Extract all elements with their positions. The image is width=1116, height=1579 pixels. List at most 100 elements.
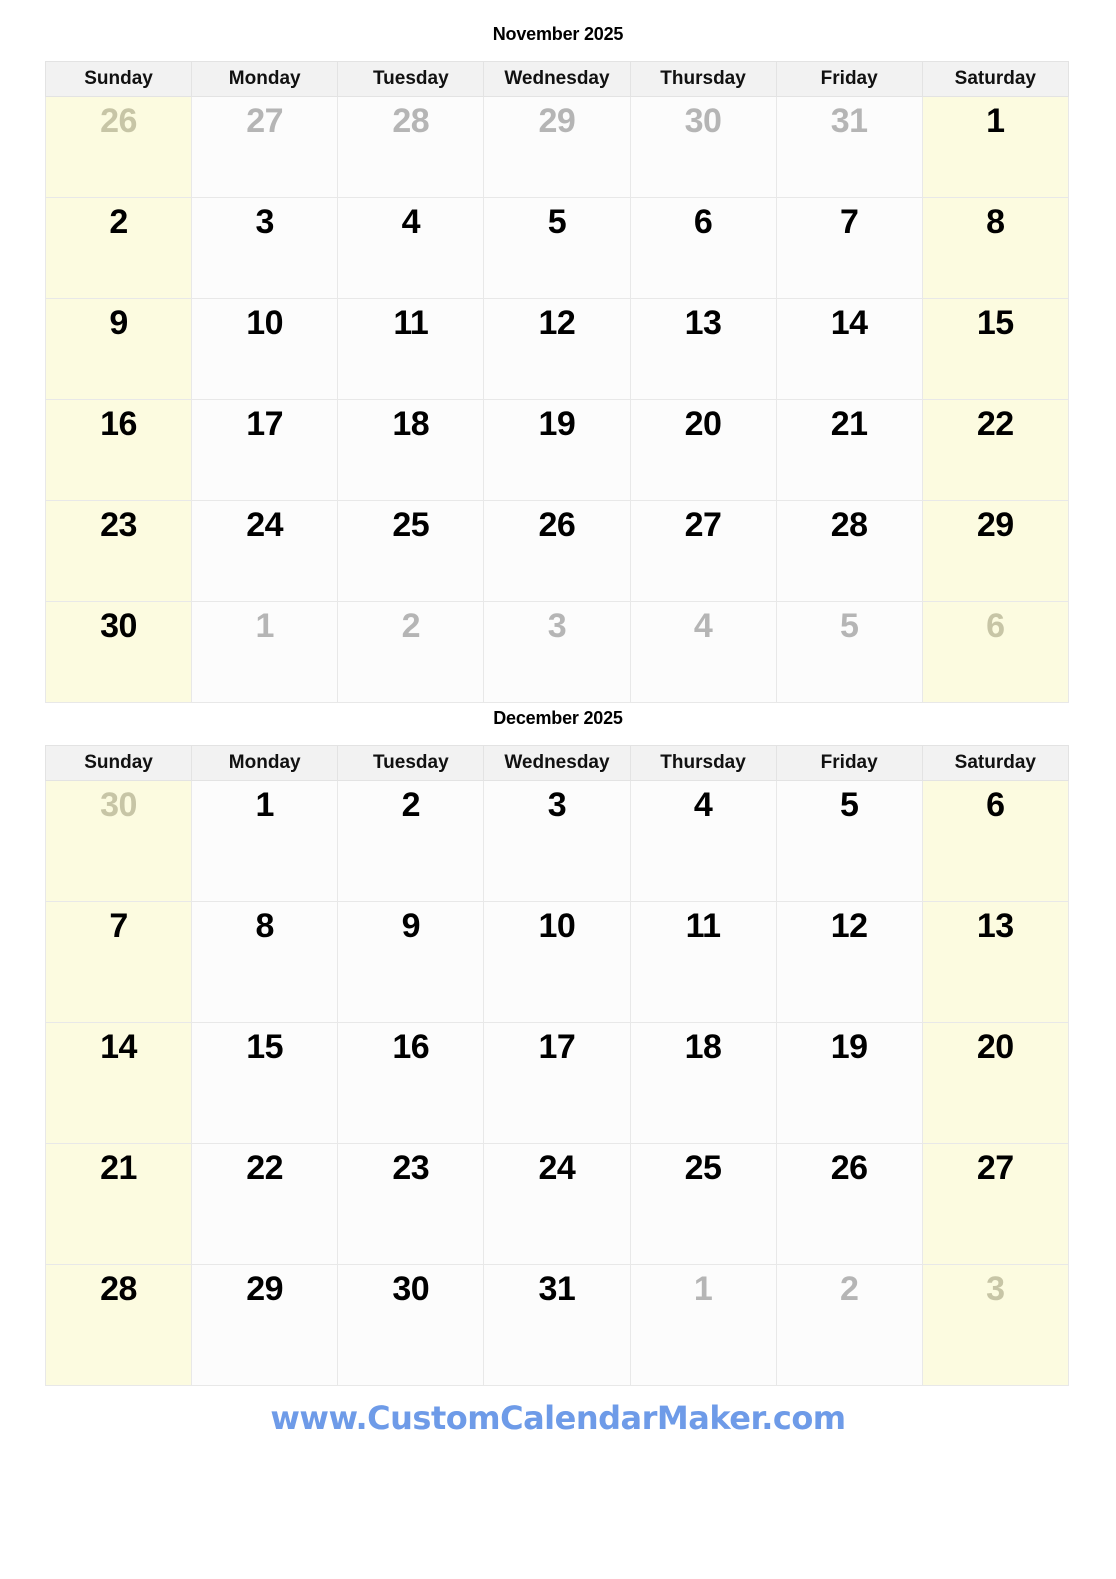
calendar-day-cell[interactable]: 2 (337, 780, 485, 902)
calendar-day-cell[interactable]: 26 (483, 500, 631, 602)
calendar-day-cell[interactable]: 23 (44, 500, 193, 602)
calendar-day-cell[interactable]: 4 (629, 780, 777, 902)
calendar-day-cell[interactable]: 5 (775, 780, 923, 902)
calendar-day-cell[interactable]: 29 (191, 1264, 339, 1386)
day-number: 21 (100, 1149, 137, 1187)
calendar-day-cell[interactable]: 3 (921, 1264, 1069, 1386)
calendar-day-cell[interactable]: 1 (629, 1264, 777, 1386)
day-number: 1 (693, 1270, 713, 1308)
calendar-day-cell[interactable]: 1 (191, 780, 339, 902)
calendar-day-cell[interactable]: 22 (191, 1143, 339, 1265)
calendar-day-cell[interactable]: 20 (629, 399, 777, 501)
calendar-day-cell[interactable]: 18 (337, 399, 485, 501)
calendar-day-cell[interactable]: 17 (483, 1022, 631, 1144)
calendar-day-cell[interactable]: 6 (921, 601, 1069, 703)
calendar-week-row: 26 27 28 29 30 31 1 (44, 96, 1069, 198)
day-number: 26 (100, 102, 137, 140)
calendar-day-cell[interactable]: 18 (629, 1022, 777, 1144)
calendar-day-cell[interactable]: 30 (337, 1264, 485, 1386)
calendar-day-cell[interactable]: 13 (629, 298, 777, 400)
calendar-day-cell[interactable]: 26 (44, 96, 193, 198)
calendar-day-cell[interactable]: 17 (191, 399, 339, 501)
calendar-day-cell[interactable]: 30 (629, 96, 777, 198)
day-number: 27 (246, 102, 284, 140)
calendar-day-cell[interactable]: 16 (44, 399, 193, 501)
calendar-day-cell[interactable]: 15 (921, 298, 1069, 400)
calendar-day-cell[interactable]: 12 (775, 901, 923, 1023)
calendar-day-cell[interactable]: 24 (191, 500, 339, 602)
calendar-day-cell[interactable]: 30 (44, 780, 193, 902)
day-number: 27 (976, 1149, 1014, 1187)
calendar-day-cell[interactable]: 4 (337, 197, 485, 299)
calendar-day-cell[interactable]: 22 (921, 399, 1069, 501)
day-number: 16 (100, 405, 137, 443)
calendar-week-row: 14 15 16 17 18 19 20 (44, 1022, 1069, 1144)
calendar-day-cell[interactable]: 8 (921, 197, 1069, 299)
calendar-body-november: 26 27 28 29 30 31 1 2 3 4 5 6 7 8 9 10 11 12 13 14 15 16 17 18 1… (44, 96, 1069, 703)
calendar-day-cell[interactable]: 28 (337, 96, 485, 198)
calendar-day-cell[interactable]: 24 (483, 1143, 631, 1265)
calendar-week-row: 2 3 4 5 6 7 8 (44, 197, 1069, 299)
calendar-day-cell[interactable]: 8 (191, 901, 339, 1023)
month-title-december: December 2025 (493, 708, 623, 728)
calendar-week-row: 30 1 2 3 4 5 6 (44, 601, 1069, 703)
calendar-day-cell[interactable]: 4 (629, 601, 777, 703)
day-number: 26 (830, 1149, 868, 1187)
calendar-day-cell[interactable]: 26 (775, 1143, 923, 1265)
calendar-day-cell[interactable]: 9 (337, 901, 485, 1023)
calendar-day-cell[interactable]: 25 (629, 1143, 777, 1265)
calendar-day-cell[interactable]: 5 (483, 197, 631, 299)
calendar-day-cell[interactable]: 25 (337, 500, 485, 602)
calendar-day-cell[interactable]: 19 (775, 1022, 923, 1144)
calendar-day-cell[interactable]: 31 (483, 1264, 631, 1386)
calendar-day-cell[interactable]: 21 (775, 399, 923, 501)
day-number: 14 (100, 1028, 137, 1066)
calendar-day-cell[interactable]: 5 (775, 601, 923, 703)
calendar-day-cell[interactable]: 15 (191, 1022, 339, 1144)
calendar-day-cell[interactable]: 13 (921, 901, 1069, 1023)
calendar-day-cell[interactable]: 6 (921, 780, 1069, 902)
calendar-day-cell[interactable]: 3 (191, 197, 339, 299)
calendar-day-cell[interactable]: 31 (775, 96, 923, 198)
calendar-day-cell[interactable]: 27 (629, 500, 777, 602)
calendar-day-cell[interactable]: 3 (483, 780, 631, 902)
calendar-day-cell[interactable]: 2 (775, 1264, 923, 1386)
calendar-day-cell[interactable]: 12 (483, 298, 631, 400)
calendar-day-cell[interactable]: 10 (483, 901, 631, 1023)
calendar-day-cell[interactable]: 30 (44, 601, 193, 703)
calendar-day-cell[interactable]: 11 (337, 298, 485, 400)
calendar-day-cell[interactable]: 2 (337, 601, 485, 703)
day-number: 2 (109, 203, 128, 241)
calendar-day-cell[interactable]: 9 (44, 298, 193, 400)
calendar-day-cell[interactable]: 11 (629, 901, 777, 1023)
calendar-day-cell[interactable]: 21 (44, 1143, 193, 1265)
calendar-day-cell[interactable]: 3 (483, 601, 631, 703)
calendar-week-row: 21 22 23 24 25 26 27 (44, 1143, 1069, 1265)
calendar-day-cell[interactable]: 28 (775, 500, 923, 602)
day-number: 18 (684, 1028, 722, 1066)
calendar-day-cell[interactable]: 20 (921, 1022, 1069, 1144)
day-number: 9 (401, 907, 421, 945)
calendar-day-cell[interactable]: 2 (44, 197, 193, 299)
calendar-day-cell[interactable]: 6 (629, 197, 777, 299)
calendar-day-cell[interactable]: 19 (483, 399, 631, 501)
calendar-day-cell[interactable]: 1 (921, 96, 1069, 198)
site-url-footer[interactable]: www.CustomCalendarMaker.com (0, 1399, 1116, 1437)
calendar-day-cell[interactable]: 10 (191, 298, 339, 400)
day-number: 3 (255, 203, 274, 241)
day-number: 23 (392, 1149, 430, 1187)
calendar-day-cell[interactable]: 14 (775, 298, 923, 400)
calendar-day-cell[interactable]: 29 (483, 96, 631, 198)
calendar-day-cell[interactable]: 7 (44, 901, 193, 1023)
calendar-day-cell[interactable]: 7 (775, 197, 923, 299)
calendar-day-cell[interactable]: 16 (337, 1022, 485, 1144)
calendar-day-cell[interactable]: 23 (337, 1143, 485, 1265)
calendar-day-cell[interactable]: 14 (44, 1022, 193, 1144)
calendar-day-cell[interactable]: 27 (191, 96, 339, 198)
calendar-day-cell[interactable]: 27 (921, 1143, 1069, 1265)
day-number: 4 (401, 203, 421, 241)
day-number: 4 (693, 607, 713, 645)
calendar-day-cell[interactable]: 28 (44, 1264, 193, 1386)
calendar-day-cell[interactable]: 29 (921, 500, 1069, 602)
calendar-day-cell[interactable]: 1 (191, 601, 339, 703)
